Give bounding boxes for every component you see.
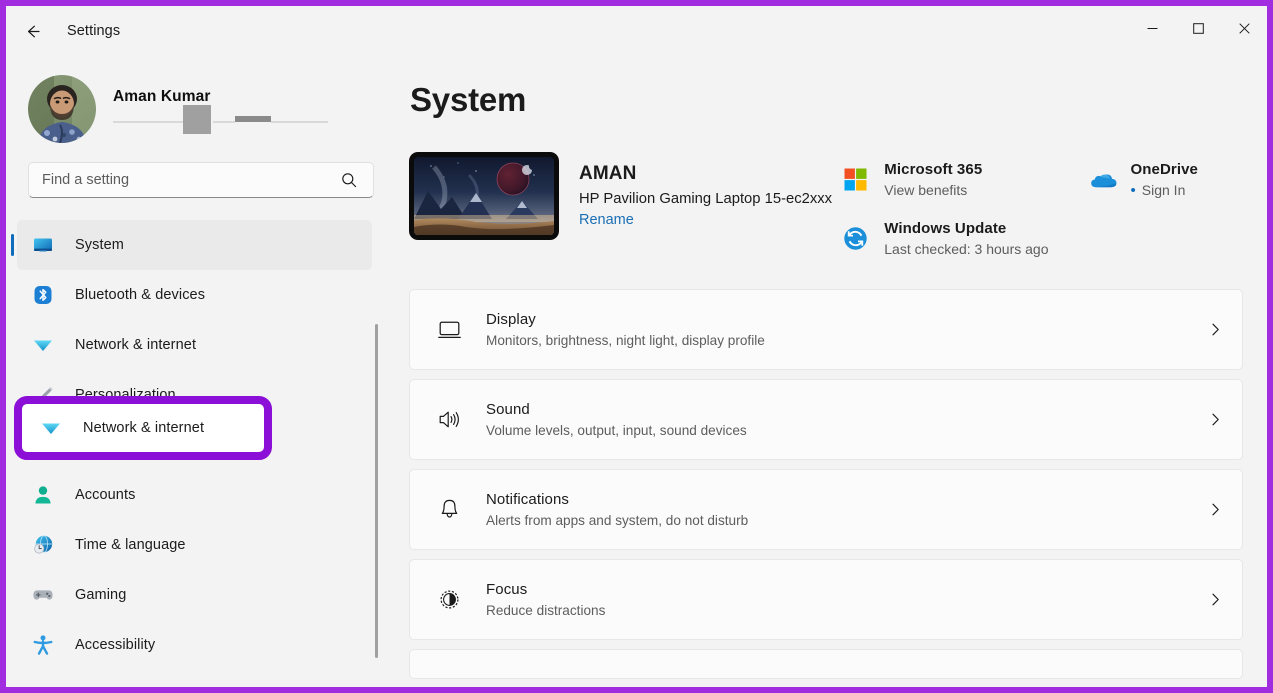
search-wrap xyxy=(6,148,394,198)
microsoft-logo-icon xyxy=(840,164,870,194)
settings-card-title: Notifications xyxy=(486,491,570,508)
sidebar-item-accessibility[interactable]: Accessibility xyxy=(17,620,372,670)
rename-link[interactable]: Rename xyxy=(579,212,634,228)
system-monitor-icon xyxy=(30,232,56,258)
sidebar-item-system[interactable]: System xyxy=(11,220,372,270)
caption-buttons xyxy=(1129,6,1267,50)
maximize-button[interactable] xyxy=(1175,6,1221,50)
account-block[interactable]: Aman Kumar xyxy=(6,56,394,148)
sidebar-item-label: Network & internet xyxy=(75,337,197,353)
search-input[interactable] xyxy=(42,172,336,188)
sidebar-item-label: Time & language xyxy=(75,537,186,553)
device-summary: AMAN HP Pavilion Gaming Laptop 15-ec2xxx… xyxy=(409,152,1243,257)
highlight-network-internet[interactable]: Network & internet xyxy=(14,396,272,460)
sidebar-item-label: Network & internet xyxy=(83,420,205,436)
settings-card-title: Display xyxy=(486,311,536,328)
person-icon xyxy=(30,482,56,508)
quick-link-sub: Last checked: 3 hours ago xyxy=(884,241,1048,257)
chevron-right-icon[interactable] xyxy=(1208,322,1223,337)
settings-card-notifications[interactable]: Notifications Alerts from apps and syste… xyxy=(409,469,1243,550)
quick-link-sub-text: View benefits xyxy=(884,182,968,198)
page-title: System xyxy=(410,81,527,118)
focus-moon-icon xyxy=(434,585,464,615)
quick-link-microsoft-365[interactable]: Microsoft 365 View benefits xyxy=(840,161,1048,198)
settings-card-sub: Volume levels, output, input, sound devi… xyxy=(486,423,747,438)
title-bar: Settings xyxy=(6,6,1267,56)
quick-links: Microsoft 365 View benefits OneDrive • S… xyxy=(840,152,1243,257)
search-icon[interactable] xyxy=(336,167,362,193)
globe-clock-icon xyxy=(30,532,56,558)
account-email-redacted xyxy=(113,105,328,134)
wifi-icon xyxy=(30,332,56,358)
quick-link-sub: • Sign In xyxy=(1131,182,1199,198)
sidebar-item-label: Bluetooth & devices xyxy=(75,287,206,303)
settings-window: Settings Aman Kumar Find a setting Syste… xyxy=(6,6,1267,687)
quick-link-sub-text: Last checked: 3 hours ago xyxy=(884,241,1049,257)
sidebar-item-bluetooth-devices[interactable]: Bluetooth & devices xyxy=(17,270,372,320)
settings-card-sub: Monitors, brightness, night light, displ… xyxy=(486,333,765,348)
speaker-icon xyxy=(434,405,464,435)
settings-card-sub: Alerts from apps and system, do not dist… xyxy=(486,513,749,528)
gamepad-icon xyxy=(30,582,56,608)
chevron-right-icon[interactable] xyxy=(1208,592,1223,607)
monitor-icon xyxy=(434,315,464,345)
quick-link-sub: View benefits xyxy=(884,182,982,198)
device-info: AMAN HP Pavilion Gaming Laptop 15-ec2xxx… xyxy=(579,152,832,229)
sidebar-scrollbar[interactable] xyxy=(375,324,378,658)
bluetooth-icon xyxy=(30,282,56,308)
quick-link-sub-text: Sign In xyxy=(1141,182,1186,198)
settings-card-list: Display Monitors, brightness, night ligh… xyxy=(409,289,1243,679)
onedrive-cloud-icon xyxy=(1087,164,1117,194)
settings-card-title: Focus xyxy=(486,581,528,598)
chevron-right-icon[interactable] xyxy=(1208,502,1223,517)
close-button[interactable] xyxy=(1221,6,1267,50)
account-name: Aman Kumar xyxy=(113,88,211,105)
app-title: Settings xyxy=(67,23,121,39)
device-model: HP Pavilion Gaming Laptop 15-ec2xxx xyxy=(579,191,833,207)
annotation-frame: Settings Aman Kumar Find a setting Syste… xyxy=(0,0,1273,693)
wifi-icon xyxy=(38,415,64,441)
window-body: Aman Kumar Find a setting System Bluetoo… xyxy=(6,56,1267,687)
settings-card-focus[interactable]: Focus Reduce distractions xyxy=(409,559,1243,640)
windows-update-icon xyxy=(840,223,870,253)
sidebar-item-network-internet[interactable]: Network & internet xyxy=(17,320,372,370)
sidebar-item-label: Gaming xyxy=(75,587,127,603)
status-bullet: • xyxy=(1130,181,1136,199)
sidebar-item-label: Accounts xyxy=(75,487,136,503)
minimize-button[interactable] xyxy=(1129,6,1175,50)
sidebar-item-time-language[interactable]: Time & language xyxy=(17,520,372,570)
sidebar-item-accounts[interactable]: Accounts xyxy=(17,470,372,520)
sidebar-item-label: Accessibility xyxy=(75,637,156,653)
search-box[interactable] xyxy=(28,162,374,198)
quick-link-title: Windows Update xyxy=(884,220,1007,237)
quick-link-windows-update[interactable]: Windows Update Last checked: 3 hours ago xyxy=(840,220,1049,257)
device-left: AMAN HP Pavilion Gaming Laptop 15-ec2xxx… xyxy=(409,152,832,240)
settings-card-sub: Reduce distractions xyxy=(486,603,606,618)
account-text: Aman Kumar xyxy=(113,88,328,134)
settings-card-partial-next[interactable] xyxy=(409,649,1243,679)
bell-icon xyxy=(434,495,464,525)
settings-card-title: Sound xyxy=(486,401,530,418)
quick-link-title: Microsoft 365 xyxy=(884,161,983,178)
device-name: AMAN xyxy=(579,163,637,184)
avatar xyxy=(28,75,96,143)
quick-link-title: OneDrive xyxy=(1130,161,1198,178)
settings-card-display[interactable]: Display Monitors, brightness, night ligh… xyxy=(409,289,1243,370)
back-button[interactable] xyxy=(14,13,50,49)
sidebar: Aman Kumar Find a setting System Bluetoo… xyxy=(6,56,394,687)
sidebar-item-gaming[interactable]: Gaming xyxy=(17,570,372,620)
device-wallpaper-thumbnail xyxy=(409,152,559,240)
quick-link-onedrive[interactable]: OneDrive • Sign In xyxy=(1087,161,1199,198)
sidebar-item-label: System xyxy=(75,237,124,253)
accessibility-icon xyxy=(30,632,56,658)
main-content: System AMAN HP Pavilion Gaming Laptop 15… xyxy=(394,56,1267,687)
chevron-right-icon[interactable] xyxy=(1208,412,1223,427)
settings-card-sound[interactable]: Sound Volume levels, output, input, soun… xyxy=(409,379,1243,460)
